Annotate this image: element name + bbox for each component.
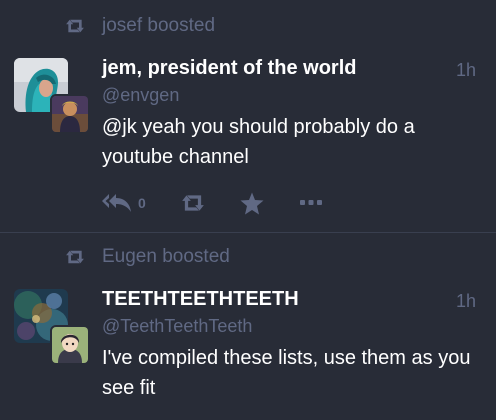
booster-text[interactable]: josef boosted: [102, 15, 215, 37]
reply-button[interactable]: 0: [102, 192, 158, 214]
boost-button[interactable]: [180, 193, 206, 213]
action-bar: 0: [102, 188, 322, 218]
reply-all-icon: [102, 194, 131, 212]
booster-avatar[interactable]: [50, 325, 90, 365]
status-content: I've compiled these lists, use them as y…: [102, 343, 482, 403]
account-handle[interactable]: @envgen: [102, 85, 179, 106]
avatar-group[interactable]: [14, 289, 90, 365]
ellipsis-icon: [300, 200, 322, 205]
mention-link[interactable]: @jk: [102, 116, 137, 138]
retweet-icon: [182, 195, 204, 211]
boost-prepend: Eugen boosted: [64, 245, 230, 269]
account-handle[interactable]: @TeethTeethTeeth: [102, 316, 252, 337]
status-time[interactable]: 1h: [456, 60, 476, 81]
status-content: @jk yeah you should probably do a youtub…: [102, 112, 482, 172]
star-icon: [240, 192, 264, 214]
timeline: josef boosted jem, president of the worl…: [0, 0, 496, 420]
avatar-group[interactable]: [14, 58, 90, 134]
status-item[interactable]: josef boosted jem, president of the worl…: [0, 0, 496, 232]
status-divider: [0, 232, 496, 233]
display-name[interactable]: jem, president of the world: [102, 57, 356, 80]
booster-avatar[interactable]: [50, 94, 90, 134]
favourite-button[interactable]: [240, 192, 264, 215]
display-name[interactable]: TEETHTEETHTEETH: [102, 288, 299, 311]
boost-prepend: josef boosted: [64, 14, 215, 38]
reply-count: 0: [138, 195, 146, 211]
booster-text[interactable]: Eugen boosted: [102, 246, 230, 268]
status-text: I've compiled these lists, use them as y…: [102, 347, 471, 399]
retweet-icon: [66, 19, 84, 33]
status-text: yeah you should probably do a youtube ch…: [102, 116, 415, 168]
more-button[interactable]: [300, 200, 322, 206]
retweet-icon: [66, 250, 84, 264]
status-time[interactable]: 1h: [456, 291, 476, 312]
